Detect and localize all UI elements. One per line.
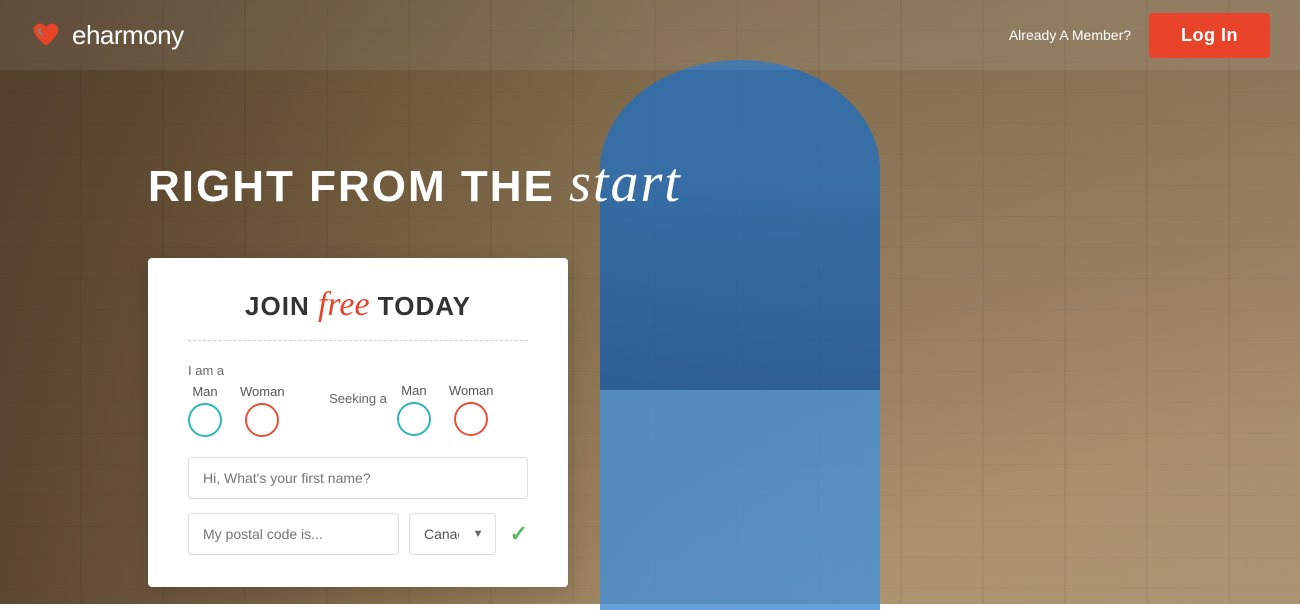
- form-title-free: free: [318, 286, 370, 323]
- i-am-group: I am a Man Woman: [188, 363, 319, 437]
- form-title-today: TODAY: [370, 291, 471, 321]
- i-am-man-option[interactable]: Man: [188, 384, 222, 437]
- woman-label-2: Woman: [449, 383, 494, 398]
- man-label-2: Man: [401, 383, 426, 398]
- seeking-options: Man Woman: [397, 383, 528, 436]
- bottom-inputs-row: Canada United States United Kingdom Aust…: [188, 513, 528, 555]
- seeking-label: Seeking a: [329, 391, 387, 406]
- country-select[interactable]: Canada United States United Kingdom Aust…: [409, 513, 496, 555]
- logo-heart-icon: [30, 21, 62, 49]
- already-member-text: Already A Member?: [1009, 27, 1131, 43]
- woman-label-1: Woman: [240, 384, 285, 399]
- headline-main: RIGHT FROM THE start: [148, 155, 682, 211]
- seeking-woman-option[interactable]: Woman: [449, 383, 494, 436]
- first-name-input[interactable]: [188, 457, 528, 499]
- seeking-separator: Seeking a: [319, 363, 397, 406]
- form-divider: [188, 340, 528, 341]
- i-am-woman-option[interactable]: Woman: [240, 384, 285, 437]
- signup-form: JOIN free TODAY I am a Man Woman Seeking…: [148, 258, 568, 587]
- i-am-woman-radio[interactable]: [245, 403, 279, 437]
- hero-headline: RIGHT FROM THE start: [148, 155, 682, 211]
- form-title-join: JOIN: [245, 291, 318, 321]
- seeking-group: Man Woman: [397, 363, 528, 436]
- i-am-label: I am a: [188, 363, 319, 378]
- form-title: JOIN free TODAY: [188, 286, 528, 324]
- logo-text: eharmony: [72, 20, 184, 51]
- header-right: Already A Member? Log In: [1009, 13, 1270, 58]
- logo: eharmony: [30, 20, 184, 51]
- login-button[interactable]: Log In: [1149, 13, 1270, 58]
- header: eharmony Already A Member? Log In: [0, 0, 1300, 70]
- headline-part1: RIGHT FROM THE: [148, 162, 555, 211]
- seeking-woman-radio[interactable]: [454, 402, 488, 436]
- postal-code-input[interactable]: [188, 513, 399, 555]
- i-am-man-radio[interactable]: [188, 403, 222, 437]
- check-icon: ✓: [510, 521, 528, 547]
- i-am-options: Man Woman: [188, 384, 319, 437]
- seeking-man-option[interactable]: Man: [397, 383, 431, 436]
- headline-script: start: [569, 152, 682, 214]
- man-label-1: Man: [192, 384, 217, 399]
- gender-seeking-groups: I am a Man Woman Seeking a Man: [188, 363, 528, 437]
- seeking-man-radio[interactable]: [397, 402, 431, 436]
- country-select-wrapper: Canada United States United Kingdom Aust…: [409, 513, 496, 555]
- hero-people-image: [500, 0, 1300, 604]
